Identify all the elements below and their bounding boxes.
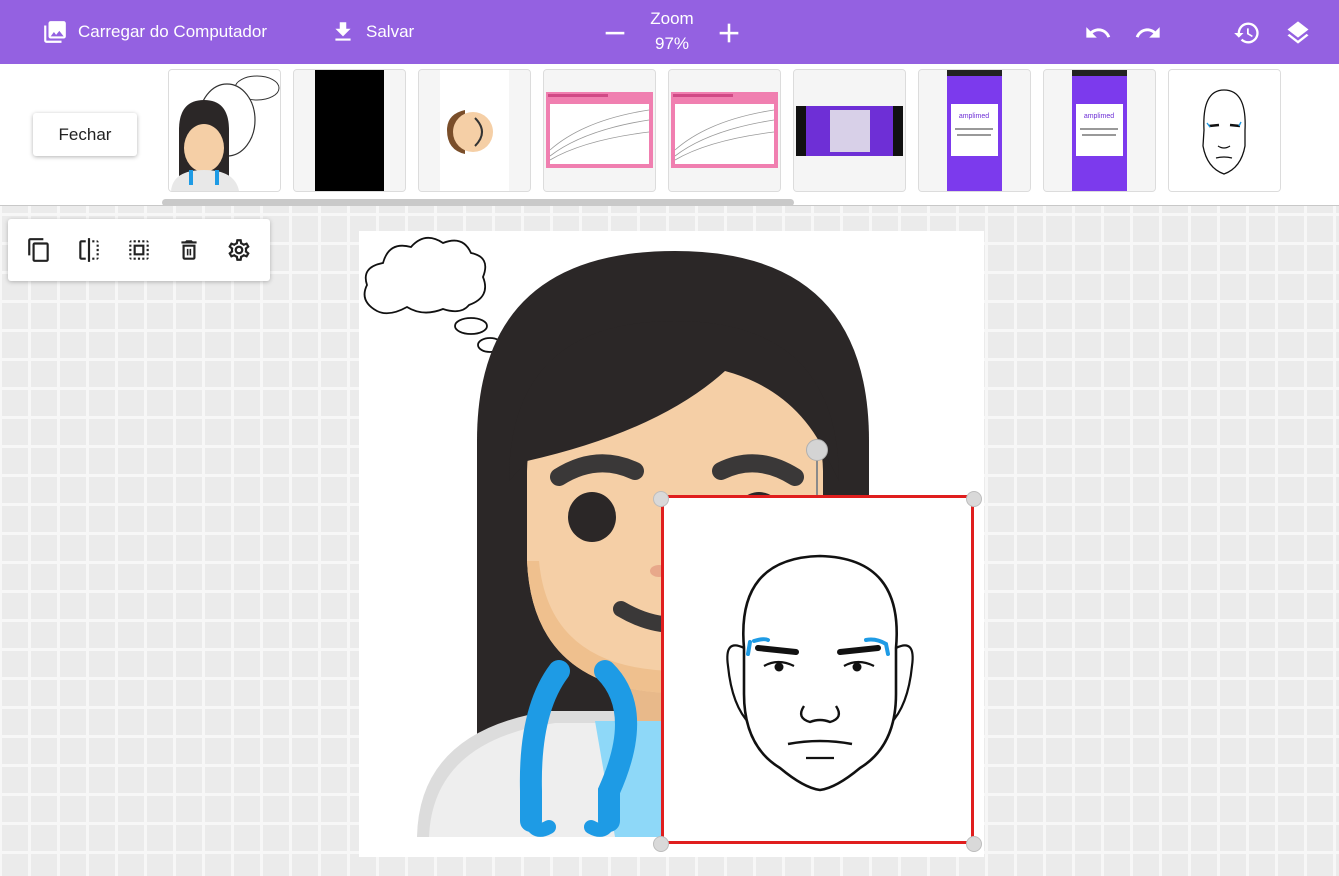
black-rectangle-thumbnail-image bbox=[294, 70, 405, 191]
save-button[interactable]: Salvar bbox=[330, 0, 414, 64]
save-label: Salvar bbox=[366, 22, 415, 41]
top-bar: Carregar do Computador Salvar Zoom 97% bbox=[0, 0, 1339, 64]
thought-bubble bbox=[363, 237, 487, 315]
zoom-out-icon bbox=[605, 31, 625, 35]
rotation-line bbox=[816, 460, 818, 496]
thumb-black-rectangle[interactable] bbox=[293, 69, 406, 192]
undo-icon bbox=[1086, 27, 1111, 38]
history-button[interactable] bbox=[1232, 18, 1262, 48]
upload-from-computer-button[interactable]: Carregar do Computador bbox=[42, 0, 267, 64]
resize-handle-top-left[interactable] bbox=[653, 491, 669, 507]
history-icon bbox=[1234, 22, 1259, 44]
crop-icon bbox=[129, 240, 149, 260]
resize-handle-top-right[interactable] bbox=[966, 491, 982, 507]
duplicate-icon bbox=[28, 238, 49, 262]
thumbnail-strip: Fechar amplimed amplimed bbox=[0, 64, 1339, 206]
thumb-growth-chart-2[interactable] bbox=[668, 69, 781, 192]
thumb-growth-chart-1[interactable] bbox=[543, 69, 656, 192]
delete-button[interactable] bbox=[175, 236, 203, 264]
close-button[interactable]: Fechar bbox=[33, 113, 137, 156]
thumb-amplimed-phone-1[interactable]: amplimed bbox=[918, 69, 1031, 192]
duplicate-button[interactable] bbox=[25, 236, 53, 264]
redo-button[interactable] bbox=[1133, 18, 1163, 48]
rotation-handle[interactable] bbox=[806, 439, 828, 461]
layers-icon bbox=[1287, 21, 1309, 44]
face-drawing-thumbnail-image bbox=[1169, 70, 1280, 191]
download-icon bbox=[335, 22, 351, 41]
zoom-value: 97% bbox=[654, 34, 690, 53]
resize-handle-bottom-right[interactable] bbox=[966, 836, 982, 852]
amplimed-landscape-thumbnail-image bbox=[794, 70, 905, 191]
thumb-face-drawing[interactable] bbox=[1168, 69, 1281, 192]
amplimed-phone-thumbnail-image: amplimed bbox=[919, 70, 1030, 191]
flip-icon bbox=[79, 238, 99, 262]
thumb-amplimed-phone-2[interactable]: amplimed bbox=[1043, 69, 1156, 192]
amplimed-logo-text: amplimed bbox=[1084, 113, 1114, 120]
resize-handle-bottom-left[interactable] bbox=[653, 836, 669, 852]
redo-icon bbox=[1135, 27, 1160, 38]
face-line-drawing-image bbox=[726, 554, 914, 792]
growth-chart-thumbnail-image bbox=[669, 70, 780, 191]
undo-button[interactable] bbox=[1083, 18, 1113, 48]
amplimed-logo-text: amplimed bbox=[959, 113, 989, 120]
thumb-doctor-thinking[interactable] bbox=[168, 69, 281, 192]
zoom-label: Zoom bbox=[650, 9, 694, 28]
selected-face-drawing[interactable] bbox=[661, 495, 974, 844]
settings-icon bbox=[228, 239, 250, 261]
layers-button[interactable] bbox=[1283, 18, 1313, 48]
thumb-face-profile[interactable] bbox=[418, 69, 531, 192]
settings-button[interactable] bbox=[225, 236, 253, 264]
object-tools-panel bbox=[8, 219, 270, 281]
thumb-amplimed-landscape[interactable] bbox=[793, 69, 906, 192]
doctor-thinking-thumbnail-image bbox=[169, 70, 280, 191]
zoom-in-button[interactable] bbox=[714, 18, 744, 48]
upload-label: Carregar do Computador bbox=[78, 22, 267, 41]
thumbnail-scrollbar[interactable] bbox=[162, 199, 794, 206]
face-profile-thumbnail-image bbox=[419, 70, 530, 191]
delete-icon bbox=[181, 240, 197, 260]
zoom-in-icon bbox=[719, 23, 739, 43]
image-icon bbox=[44, 21, 66, 43]
amplimed-phone-thumbnail-image: amplimed bbox=[1044, 70, 1155, 191]
zoom-indicator: Zoom 97% bbox=[640, 6, 704, 56]
zoom-out-button[interactable] bbox=[600, 18, 630, 48]
flip-button[interactable] bbox=[75, 236, 103, 264]
growth-chart-thumbnail-image bbox=[544, 70, 655, 191]
crop-button[interactable] bbox=[125, 236, 153, 264]
